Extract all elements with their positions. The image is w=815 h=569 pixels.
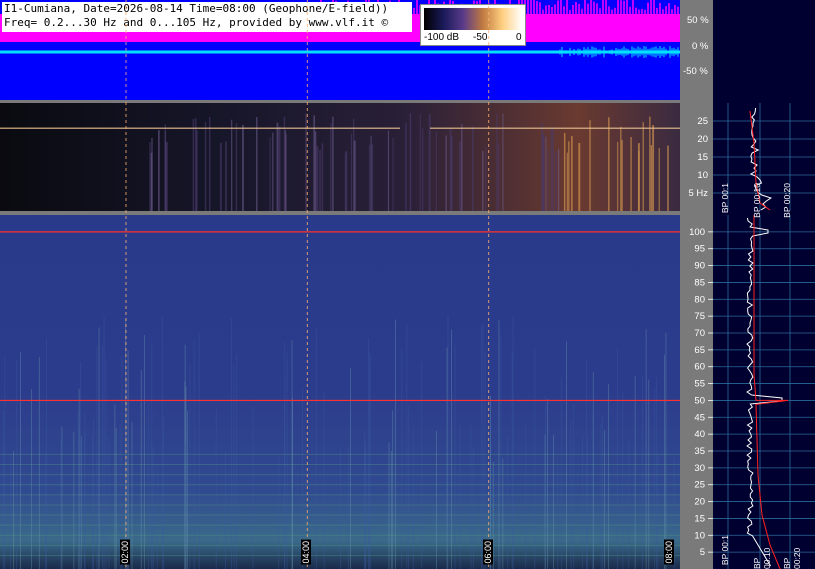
main-tick-label: 85 xyxy=(694,277,705,288)
main-tick-label: 100 xyxy=(689,227,705,238)
main-tick-label: 75 xyxy=(694,311,705,322)
main-tick-label: 90 xyxy=(694,261,705,272)
main-tick-label: 95 xyxy=(694,244,705,255)
main-axis-and-profile: 100 95 90 85 80 75 70 65 60 55 50 45 40 35 30 25 20 15 10 5 xyxy=(680,215,815,569)
lf-spectrogram-field xyxy=(0,103,680,211)
main-tick-label: 20 xyxy=(694,497,705,508)
waveform-tick-label: 0 % xyxy=(692,41,709,52)
main-tick-label: 15 xyxy=(694,513,705,524)
colorbar-label-max: 0 xyxy=(516,32,522,43)
main-tick-label: 45 xyxy=(694,412,705,423)
profile-label: BP 00:1 xyxy=(720,535,730,566)
lf-tick-label: 5 Hz xyxy=(688,188,708,199)
colorbar-label-min: -100 dB xyxy=(424,32,460,43)
low-frequency-spectrogram xyxy=(0,103,680,215)
main-tick-label: 10 xyxy=(694,530,705,541)
colorbar: -100 dB -50 0 xyxy=(420,4,526,46)
main-tick-label: 25 xyxy=(694,480,705,491)
main-tick-label: 35 xyxy=(694,446,705,457)
main-tick-label: 40 xyxy=(694,429,705,440)
main-tick-label: 60 xyxy=(694,362,705,373)
main-tick-label: 30 xyxy=(694,463,705,474)
colorbar-gradient xyxy=(424,8,522,30)
lf-tick-label: 25 xyxy=(697,116,708,127)
profile-label: BP 00:10 xyxy=(752,183,762,218)
header-line-2: Freq= 0.2...30 Hz and 0...105 Hz, provid… xyxy=(4,16,389,29)
profile-label: BP 00:10 xyxy=(752,547,772,569)
spectrogram-display: 50 % 0 % -50 % I1-Cumiana, Date=2026-08-… xyxy=(0,0,815,569)
main-tick-label: 80 xyxy=(694,294,705,305)
waveform-axis: 50 % 0 % -50 % xyxy=(680,0,713,103)
lf-axis-and-profile: 25 20 15 10 5 Hz xyxy=(680,103,815,215)
main-tick-label: 65 xyxy=(694,345,705,356)
profile-label: BP 00:1 xyxy=(720,183,730,214)
header-text: I1-Cumiana, Date=2026-08-14 Time=08:00 (… xyxy=(2,2,412,32)
profile-label: BP 00:20 xyxy=(782,547,802,569)
lf-tick-label: 20 xyxy=(697,134,708,145)
header-line-1: I1-Cumiana, Date=2026-08-14 Time=08:00 (… xyxy=(4,2,389,15)
colorbar-label-mid: -50 xyxy=(473,32,488,43)
lf-tick-label: 15 xyxy=(697,152,708,163)
main-spectrogram xyxy=(0,215,680,569)
waveform-tick-label: 50 % xyxy=(687,15,709,26)
profile-label: BP 00:20 xyxy=(782,183,792,218)
main-tick-label: 55 xyxy=(694,379,705,390)
waveform-side-panel xyxy=(713,0,815,103)
main-tick-label: 70 xyxy=(694,328,705,339)
lf-tick-label: 10 xyxy=(697,170,708,181)
waveform-tick-label: -50 % xyxy=(683,66,708,77)
main-tick-label: 5 xyxy=(700,547,705,558)
main-tick-label: 50 xyxy=(694,395,705,406)
